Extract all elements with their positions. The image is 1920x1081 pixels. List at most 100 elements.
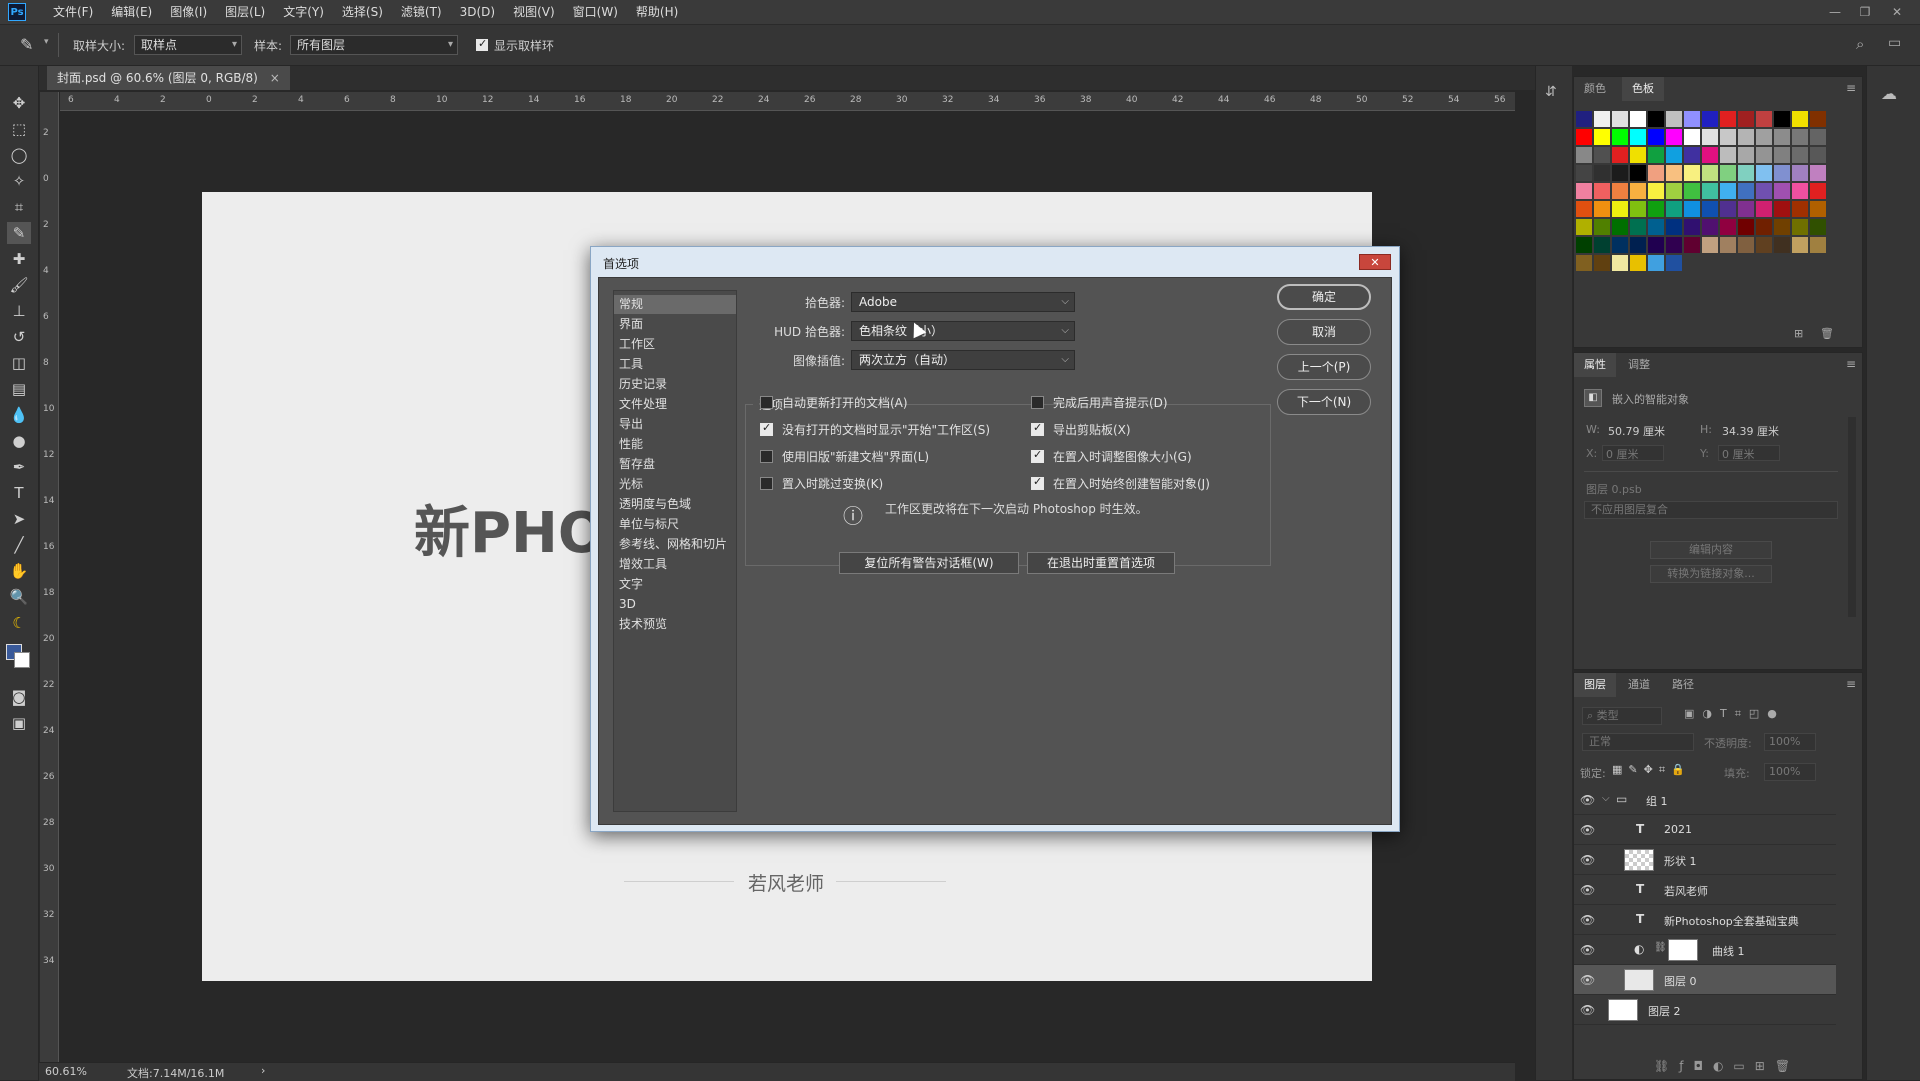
color-swatch[interactable] [1792, 165, 1808, 181]
tab-swatches[interactable]: 色板 [1622, 77, 1664, 101]
color-swatch[interactable] [1738, 147, 1754, 163]
visibility-eye-icon[interactable]: 👁 [1580, 913, 1595, 927]
color-swatch[interactable] [1756, 111, 1772, 127]
color-swatch[interactable] [1594, 183, 1610, 199]
category-interface[interactable]: 界面 [614, 315, 736, 334]
category-transparency[interactable]: 透明度与色域 [614, 495, 736, 514]
category-performance[interactable]: 性能 [614, 435, 736, 454]
color-swatch[interactable] [1702, 219, 1718, 235]
color-swatch[interactable] [1774, 129, 1790, 145]
category-file-handling[interactable]: 文件处理 [614, 395, 736, 414]
convert-to-linked-button[interactable]: 转换为链接对象... [1650, 565, 1772, 583]
menu-help[interactable]: 帮助(H) [627, 0, 687, 24]
option-checkbox[interactable] [1031, 421, 1044, 436]
color-swatch[interactable] [1630, 219, 1646, 235]
color-swatch[interactable] [1594, 111, 1610, 127]
layer-row[interactable]: 👁 形状 1 [1574, 845, 1836, 875]
color-swatch[interactable] [1720, 147, 1736, 163]
search-icon[interactable]: ⌕ [1856, 35, 1864, 53]
color-swatch[interactable] [1648, 237, 1664, 253]
color-swatch[interactable] [1810, 219, 1826, 235]
stamp-tool-icon[interactable]: ⊥ [7, 300, 31, 322]
color-swatch[interactable] [1666, 183, 1682, 199]
zoom-level[interactable]: 60.61% [45, 1065, 87, 1078]
color-swatch[interactable] [1666, 255, 1682, 271]
panel-menu-icon[interactable]: ≡ [1846, 677, 1856, 691]
fill-input[interactable]: 100% [1764, 763, 1816, 781]
link-icon[interactable]: ⛓ [1654, 942, 1667, 953]
color-swatch[interactable] [1756, 201, 1772, 217]
color-swatch[interactable] [1810, 165, 1826, 181]
horizontal-ruler[interactable]: 6 4 2 0 2 4 6 8 10 12 14 16 18 20 22 24 26 28 30 32 34 36 38 40… [60, 92, 1515, 111]
option-checkbox[interactable] [760, 477, 773, 490]
tab-adjustments[interactable]: 调整 [1618, 353, 1660, 377]
color-swatch[interactable] [1666, 147, 1682, 163]
document-tab[interactable]: 封面.psd @ 60.6% (图层 0, RGB/8) × [47, 66, 290, 90]
color-swatch[interactable] [1720, 129, 1736, 145]
color-swatch[interactable] [1774, 111, 1790, 127]
category-guides-grid[interactable]: 参考线、网格和切片 [614, 535, 736, 554]
color-swatch[interactable] [1774, 183, 1790, 199]
category-workspace[interactable]: 工作区 [614, 335, 736, 354]
color-swatch[interactable] [1756, 165, 1772, 181]
color-swatch[interactable] [1594, 237, 1610, 253]
menu-image[interactable]: 图像(I) [161, 0, 216, 24]
trash-icon[interactable]: 🗑 [1820, 327, 1834, 340]
screen-mode-icon[interactable]: ▣ [7, 712, 31, 734]
menu-layer[interactable]: 图层(L) [216, 0, 274, 24]
color-swatch[interactable] [1594, 255, 1610, 271]
panel-menu-icon[interactable]: ≡ [1846, 357, 1856, 371]
color-swatch[interactable] [1702, 129, 1718, 145]
quick-mask-icon[interactable]: ◙ [7, 686, 31, 708]
path-select-tool-icon[interactable]: ➤ [7, 508, 31, 530]
color-swatch[interactable] [1792, 111, 1808, 127]
color-swatch[interactable] [1738, 129, 1754, 145]
visibility-eye-icon[interactable]: 👁 [1580, 823, 1595, 837]
color-swatch[interactable] [1702, 165, 1718, 181]
color-swatch[interactable] [1666, 201, 1682, 217]
visibility-eye-icon[interactable]: 👁 [1580, 853, 1595, 867]
color-swatch[interactable] [1612, 201, 1628, 217]
layer-filter-icons[interactable]: ▣◑T⌗◰● [1684, 707, 1785, 721]
color-swatch[interactable] [1630, 129, 1646, 145]
y-input[interactable]: 0 厘米 [1718, 445, 1780, 461]
color-swatch[interactable] [1756, 219, 1772, 235]
color-swatch[interactable] [1792, 147, 1808, 163]
width-value[interactable]: 50.79 厘米 [1608, 423, 1665, 439]
hand-tool-icon[interactable]: ✋ [7, 560, 31, 582]
layer-filter-select[interactable]: ⌕ 类型 [1582, 707, 1662, 725]
category-tech-previews[interactable]: 技术预览 [614, 615, 736, 634]
menu-edit[interactable]: 编辑(E) [102, 0, 161, 24]
color-swatch[interactable] [1738, 183, 1754, 199]
chevron-down-icon[interactable]: ▾ [44, 37, 49, 47]
marquee-tool-icon[interactable]: ⬚ [7, 118, 31, 140]
cancel-button[interactable]: 取消 [1277, 319, 1371, 345]
color-swatch[interactable] [1810, 183, 1826, 199]
menu-filter[interactable]: 滤镜(T) [392, 0, 451, 24]
color-swatch[interactable] [1630, 111, 1646, 127]
close-tab-icon[interactable]: × [270, 71, 280, 85]
tab-channels[interactable]: 通道 [1618, 673, 1660, 697]
menu-3d[interactable]: 3D(D) [451, 0, 504, 24]
ok-button[interactable]: 确定 [1277, 284, 1371, 310]
color-swatch[interactable] [1666, 129, 1682, 145]
color-swatch[interactable] [1684, 129, 1700, 145]
category-plugins[interactable]: 增效工具 [614, 555, 736, 574]
color-swatch[interactable] [1576, 219, 1592, 235]
color-swatch[interactable] [1594, 219, 1610, 235]
color-swatch[interactable] [1774, 147, 1790, 163]
color-swatch[interactable] [1612, 183, 1628, 199]
color-swatch[interactable] [1702, 237, 1718, 253]
category-history[interactable]: 历史记录 [614, 375, 736, 394]
option-checkbox[interactable] [1031, 475, 1044, 490]
menu-select[interactable]: 选择(S) [333, 0, 392, 24]
color-swatch[interactable] [1684, 111, 1700, 127]
status-arrow-icon[interactable]: › [261, 1064, 265, 1077]
zoom-tool-icon[interactable]: 🔍 [7, 586, 31, 608]
line-tool-icon[interactable]: ╱ [7, 534, 31, 556]
type-tool-icon[interactable]: T [7, 482, 31, 504]
x-input[interactable]: 0 厘米 [1602, 445, 1664, 461]
healing-brush-tool-icon[interactable]: ✚ [7, 248, 31, 270]
panel-menu-icon[interactable]: ≡ [1846, 81, 1856, 95]
color-swatch[interactable] [1738, 165, 1754, 181]
